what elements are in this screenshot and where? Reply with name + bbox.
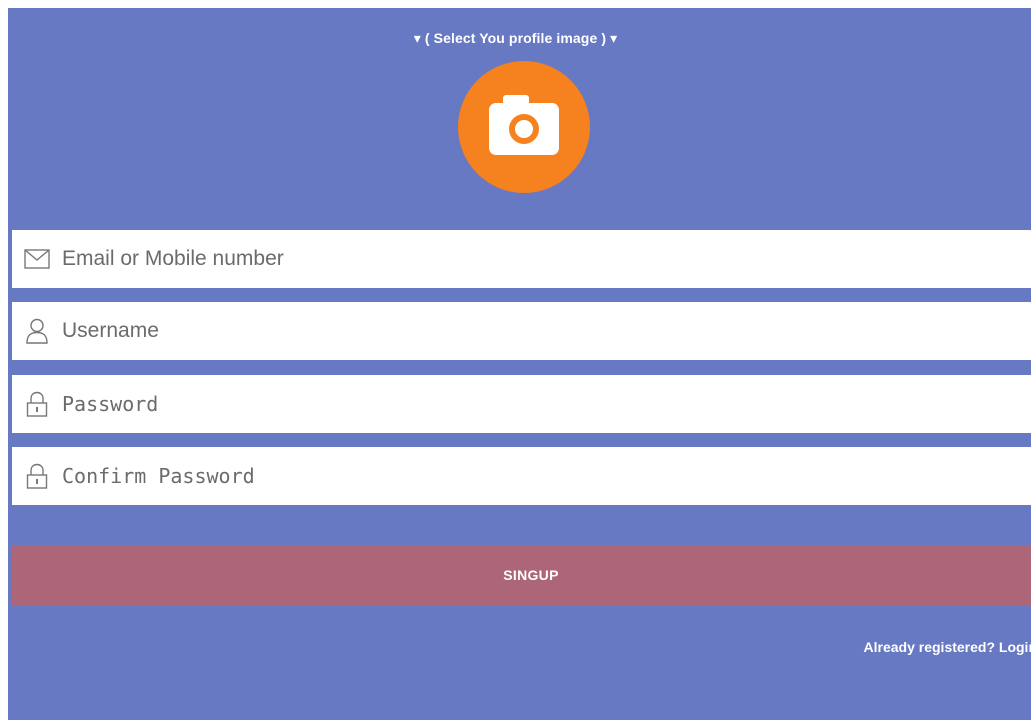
mail-icon — [24, 246, 50, 272]
password-input[interactable] — [62, 392, 962, 416]
lock-icon — [24, 463, 50, 489]
signup-button[interactable]: SINGUP — [11, 545, 1031, 606]
signup-screen: ▾ ( Select You profile image ) ▾ Email o… — [8, 8, 1031, 720]
camera-icon — [489, 95, 559, 155]
login-link[interactable]: Already registered? Login — [864, 639, 1031, 655]
user-icon — [24, 318, 50, 344]
profile-image-picker[interactable] — [458, 61, 590, 193]
username-input[interactable] — [62, 319, 962, 343]
confirm-password-field[interactable] — [12, 447, 1031, 505]
lock-icon — [24, 391, 50, 417]
select-profile-image-link[interactable]: ▾ ( Select You profile image ) ▾ — [8, 30, 1031, 47]
email-input[interactable] — [62, 247, 962, 271]
password-field[interactable] — [12, 375, 1031, 433]
confirm-password-input[interactable] — [62, 464, 962, 488]
username-field[interactable] — [12, 302, 1031, 360]
email-field[interactable] — [12, 230, 1031, 288]
